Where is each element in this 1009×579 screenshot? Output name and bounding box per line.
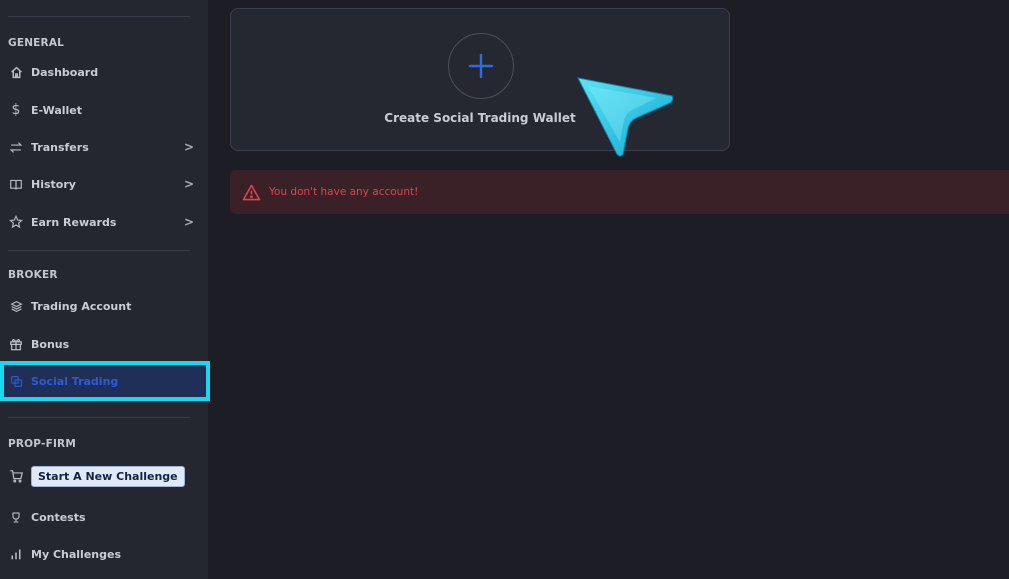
sidebar-item-label: Transfers <box>31 140 89 154</box>
plus-icon <box>468 53 494 79</box>
gift-icon <box>8 336 24 352</box>
sidebar-item-e-wallet[interactable]: $ E-Wallet <box>0 96 208 124</box>
no-account-alert: You don't have any account! <box>230 170 1009 214</box>
sidebar-item-label: E-Wallet <box>31 103 83 117</box>
copy-icon <box>8 373 24 389</box>
section-title-prop-firm: PROP-FIRM <box>8 438 76 450</box>
chevron-right-icon[interactable]: > <box>184 140 194 154</box>
add-wallet-button[interactable] <box>448 33 514 99</box>
chevron-right-icon[interactable]: > <box>184 177 194 191</box>
section-title-general: GENERAL <box>8 37 65 49</box>
bar-chart-icon <box>8 546 24 562</box>
sidebar-item-label: History <box>31 177 76 191</box>
sidebar-item-dashboard[interactable]: Dashboard <box>0 58 208 86</box>
chevron-right-icon[interactable]: > <box>184 215 194 229</box>
sidebar-item-my-challenges[interactable]: My Challenges <box>0 540 208 568</box>
cart-icon <box>8 468 24 484</box>
sidebar-item-start-challenge: Start A New Challenge <box>0 462 208 490</box>
sidebar-item-history[interactable]: History > <box>0 170 208 198</box>
transfer-icon <box>8 139 24 155</box>
sidebar-item-label: Trading Account <box>31 299 132 313</box>
sidebar-item-transfers[interactable]: Transfers > <box>0 133 208 161</box>
sidebar-item-social-trading[interactable]: Social Trading <box>0 361 210 401</box>
trophy-icon <box>8 509 24 525</box>
divider <box>8 250 190 251</box>
sidebar-item-label: Social Trading <box>31 374 119 388</box>
divider <box>8 16 190 17</box>
book-icon <box>8 176 24 192</box>
home-icon <box>8 64 24 80</box>
sidebar-item-label: Dashboard <box>31 65 99 79</box>
section-title-broker: BROKER <box>8 269 58 281</box>
star-icon <box>8 214 24 230</box>
sidebar-item-trading-account[interactable]: Trading Account <box>0 292 208 320</box>
layers-icon <box>8 298 24 314</box>
sidebar-item-label: Bonus <box>31 337 70 351</box>
sidebar: GENERAL Dashboard $ E-Wallet Transfers >… <box>0 0 210 579</box>
pointer-cursor-icon <box>577 77 674 157</box>
sidebar-item-label: Contests <box>31 510 86 524</box>
sidebar-item-label: Earn Rewards <box>31 215 117 229</box>
start-new-challenge-button[interactable]: Start A New Challenge <box>31 465 185 487</box>
sidebar-item-contests[interactable]: Contests <box>0 503 208 531</box>
dollar-icon: $ <box>11 102 21 118</box>
divider <box>8 417 190 418</box>
warning-icon <box>242 184 261 201</box>
sidebar-item-label: My Challenges <box>31 547 121 561</box>
sidebar-item-bonus[interactable]: Bonus <box>0 330 208 358</box>
alert-message: You don't have any account! <box>269 186 419 198</box>
sidebar-item-earn-rewards[interactable]: Earn Rewards > <box>0 208 208 236</box>
